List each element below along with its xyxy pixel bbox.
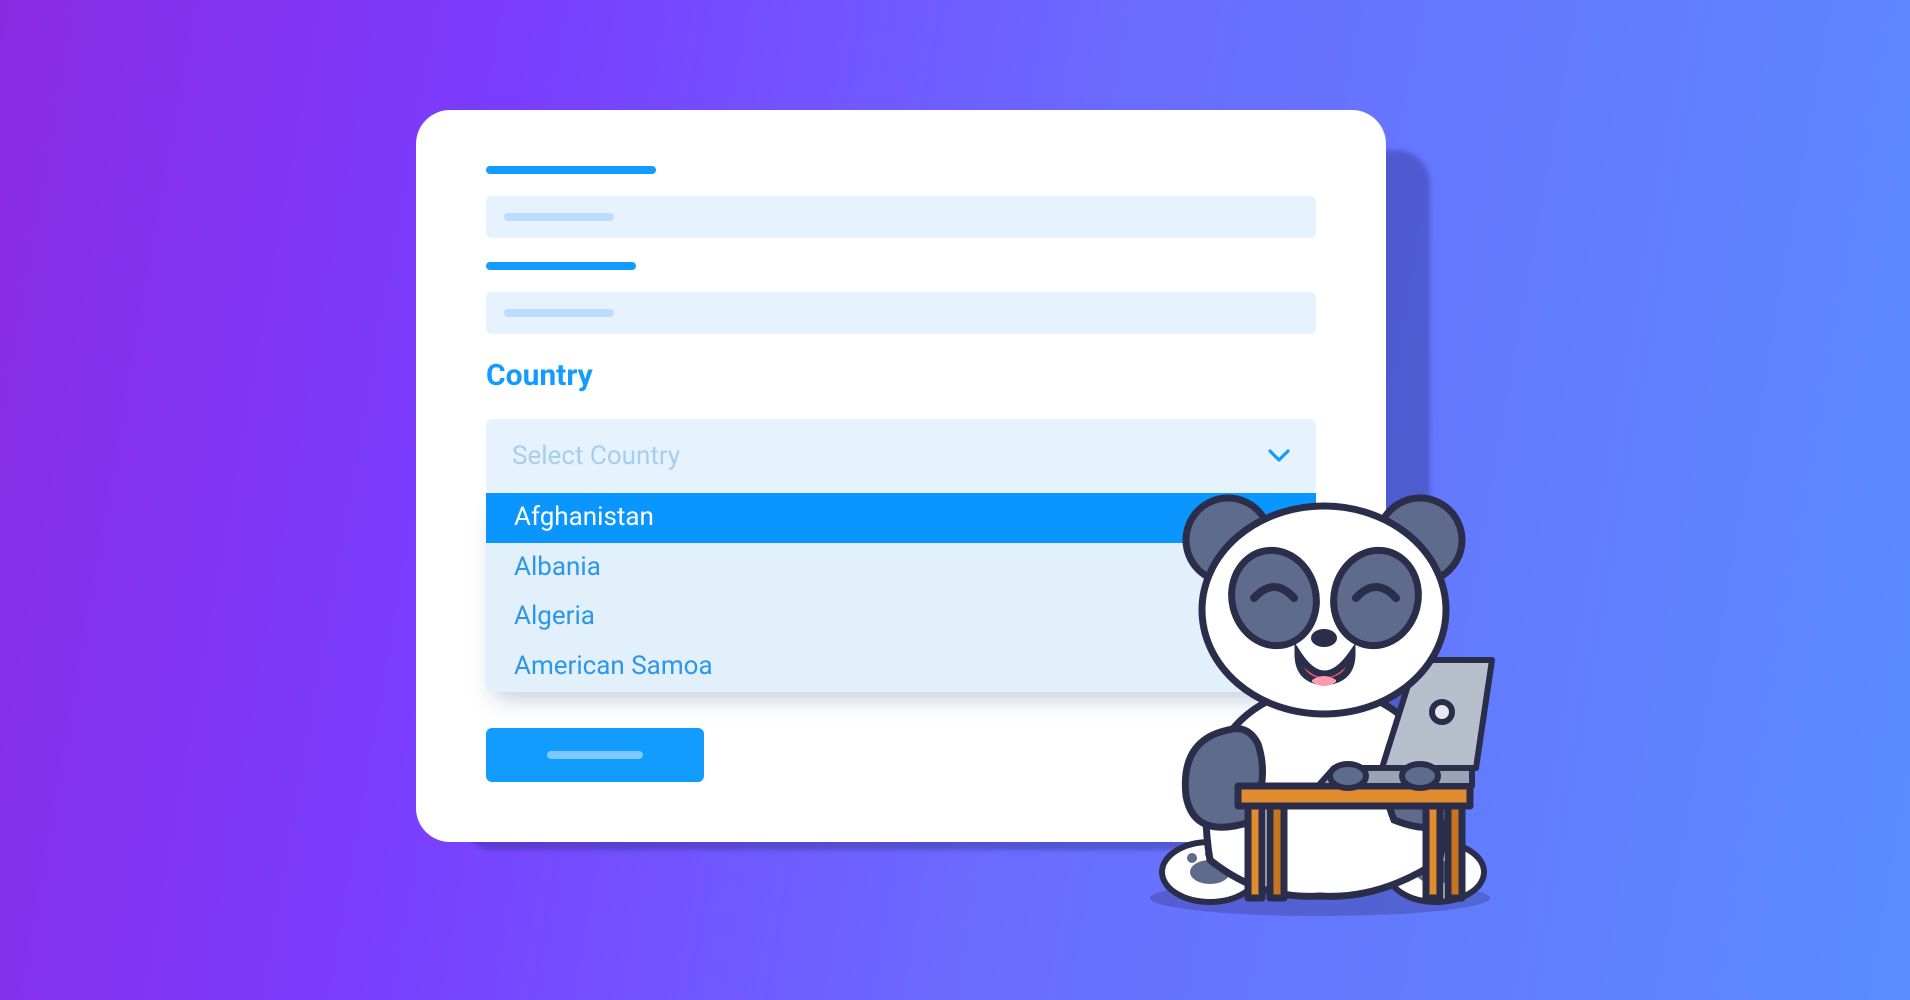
submit-button[interactable] <box>486 728 704 782</box>
country-option-1[interactable]: Albania <box>486 543 1316 593</box>
country-option-0[interactable]: Afghanistan <box>486 493 1316 543</box>
country-select-placeholder: Select Country <box>512 441 680 471</box>
form-field-2 <box>486 262 1316 334</box>
submit-button-label-skeleton <box>547 751 643 759</box>
country-option-2[interactable]: Algeria <box>486 592 1316 642</box>
field-2-label-skeleton <box>486 262 636 270</box>
field-2-placeholder-skeleton <box>504 309 614 317</box>
form-card: Country Select Country Afghanistan Alban… <box>416 110 1386 842</box>
field-1-label-skeleton <box>486 166 656 174</box>
country-field: Country Select Country Afghanistan Alban… <box>486 358 1316 692</box>
form-field-1 <box>486 166 1316 238</box>
country-label: Country <box>486 358 1316 393</box>
field-1-input[interactable] <box>486 196 1316 238</box>
country-option-3[interactable]: American Samoa <box>486 642 1316 692</box>
country-select[interactable]: Select Country <box>486 419 1316 493</box>
field-1-placeholder-skeleton <box>504 213 614 221</box>
chevron-down-icon <box>1268 444 1290 469</box>
field-2-input[interactable] <box>486 292 1316 334</box>
country-dropdown: Afghanistan Albania Algeria American Sam… <box>486 493 1316 692</box>
